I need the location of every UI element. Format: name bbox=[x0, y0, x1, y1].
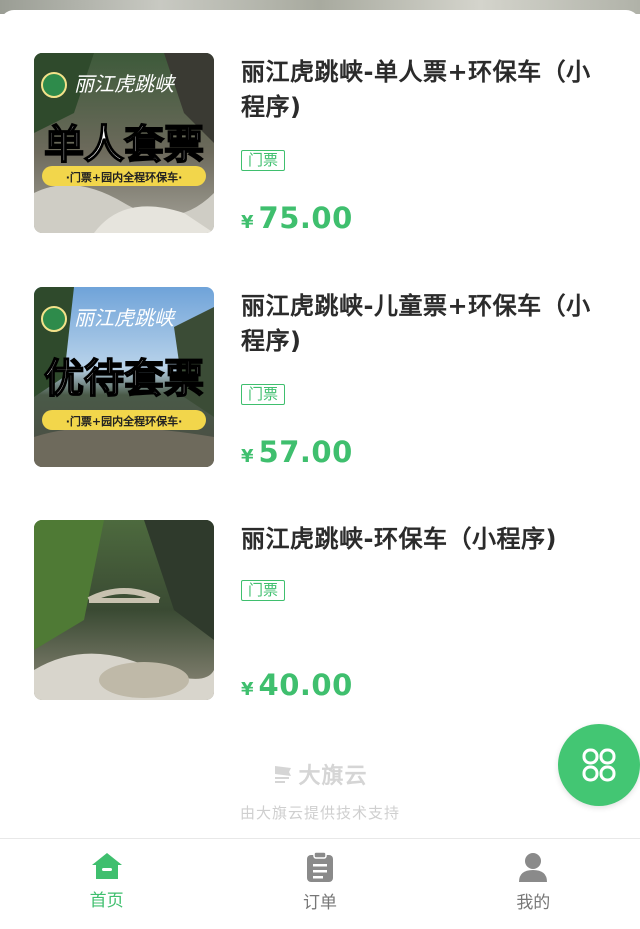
poster-banner: ·门票+园内全程环保车· bbox=[66, 414, 183, 428]
footer-brand: 大旗云 bbox=[0, 758, 640, 790]
tab-label: 订单 bbox=[302, 893, 337, 913]
currency-symbol: ¥ bbox=[241, 212, 254, 233]
poster-brand: 丽江虎跳峡 bbox=[74, 306, 177, 330]
product-thumbnail bbox=[34, 520, 214, 700]
price-value: 40.00 bbox=[258, 668, 353, 702]
product-card[interactable]: 丽江虎跳峡 优待套票 ·门票+园内全程环保车· 丽江虎跳峡-儿童票+环保车（小程… bbox=[34, 287, 614, 469]
tab-orders[interactable]: 订单 bbox=[213, 839, 426, 929]
product-thumbnail: 丽江虎跳峡 优待套票 ·门票+园内全程环保车· bbox=[34, 287, 214, 467]
footer-brand-name: 大旗云 bbox=[298, 764, 368, 789]
currency-symbol: ¥ bbox=[241, 679, 254, 700]
ticket-tag: 门票 bbox=[241, 150, 286, 171]
poster-headline: 优待套票 bbox=[44, 356, 204, 402]
clover-icon bbox=[582, 748, 616, 782]
powered-by-text: 由大旗云提供技术支持 bbox=[239, 804, 400, 822]
product-price: ¥ 40.00 bbox=[241, 668, 353, 702]
tab-home[interactable]: 首页 bbox=[0, 839, 213, 929]
poster-brand: 丽江虎跳峡 bbox=[74, 72, 177, 96]
product-price: ¥ 75.00 bbox=[241, 201, 353, 235]
product-list-sheet: 丽江虎跳峡 单人套票 ·门票+园内全程环保车· 丽江虎跳峡-单人票+环保车（小程… bbox=[0, 10, 640, 840]
poster-headline: 单人套票 bbox=[44, 122, 204, 168]
product-title: 丽江虎跳峡-儿童票+环保车（小程序) bbox=[241, 292, 591, 355]
price-value: 57.00 bbox=[258, 435, 353, 469]
flag-logo-icon bbox=[275, 766, 292, 783]
poster-banner: ·门票+园内全程环保车· bbox=[66, 170, 183, 184]
product-title: 丽江虎跳峡-单人票+环保车（小程序) bbox=[241, 58, 591, 121]
currency-symbol: ¥ bbox=[241, 446, 254, 467]
product-price: ¥ 57.00 bbox=[241, 435, 353, 469]
floating-menu-button[interactable] bbox=[558, 724, 640, 806]
user-icon bbox=[519, 853, 548, 882]
ticket-tag: 门票 bbox=[241, 384, 286, 405]
logo-icon bbox=[41, 72, 67, 98]
product-title: 丽江虎跳峡-环保车（小程序) bbox=[241, 525, 557, 553]
tab-profile[interactable]: 我的 bbox=[427, 839, 640, 929]
product-thumbnail: 丽江虎跳峡 单人套票 ·门票+园内全程环保车· bbox=[34, 53, 214, 233]
clipboard-icon bbox=[306, 851, 333, 882]
tab-label: 我的 bbox=[516, 893, 551, 913]
tab-label: 首页 bbox=[89, 891, 124, 911]
product-card[interactable]: 丽江虎跳峡 单人套票 ·门票+园内全程环保车· 丽江虎跳峡-单人票+环保车（小程… bbox=[34, 53, 614, 235]
bottom-tab-bar: 首页 订单 我的 bbox=[0, 838, 640, 929]
home-icon bbox=[91, 853, 122, 879]
ticket-tag: 门票 bbox=[241, 580, 286, 601]
logo-icon bbox=[41, 306, 67, 332]
price-value: 75.00 bbox=[258, 201, 353, 235]
product-card[interactable]: 丽江虎跳峡-环保车（小程序) 门票 ¥ 40.00 bbox=[34, 520, 614, 702]
